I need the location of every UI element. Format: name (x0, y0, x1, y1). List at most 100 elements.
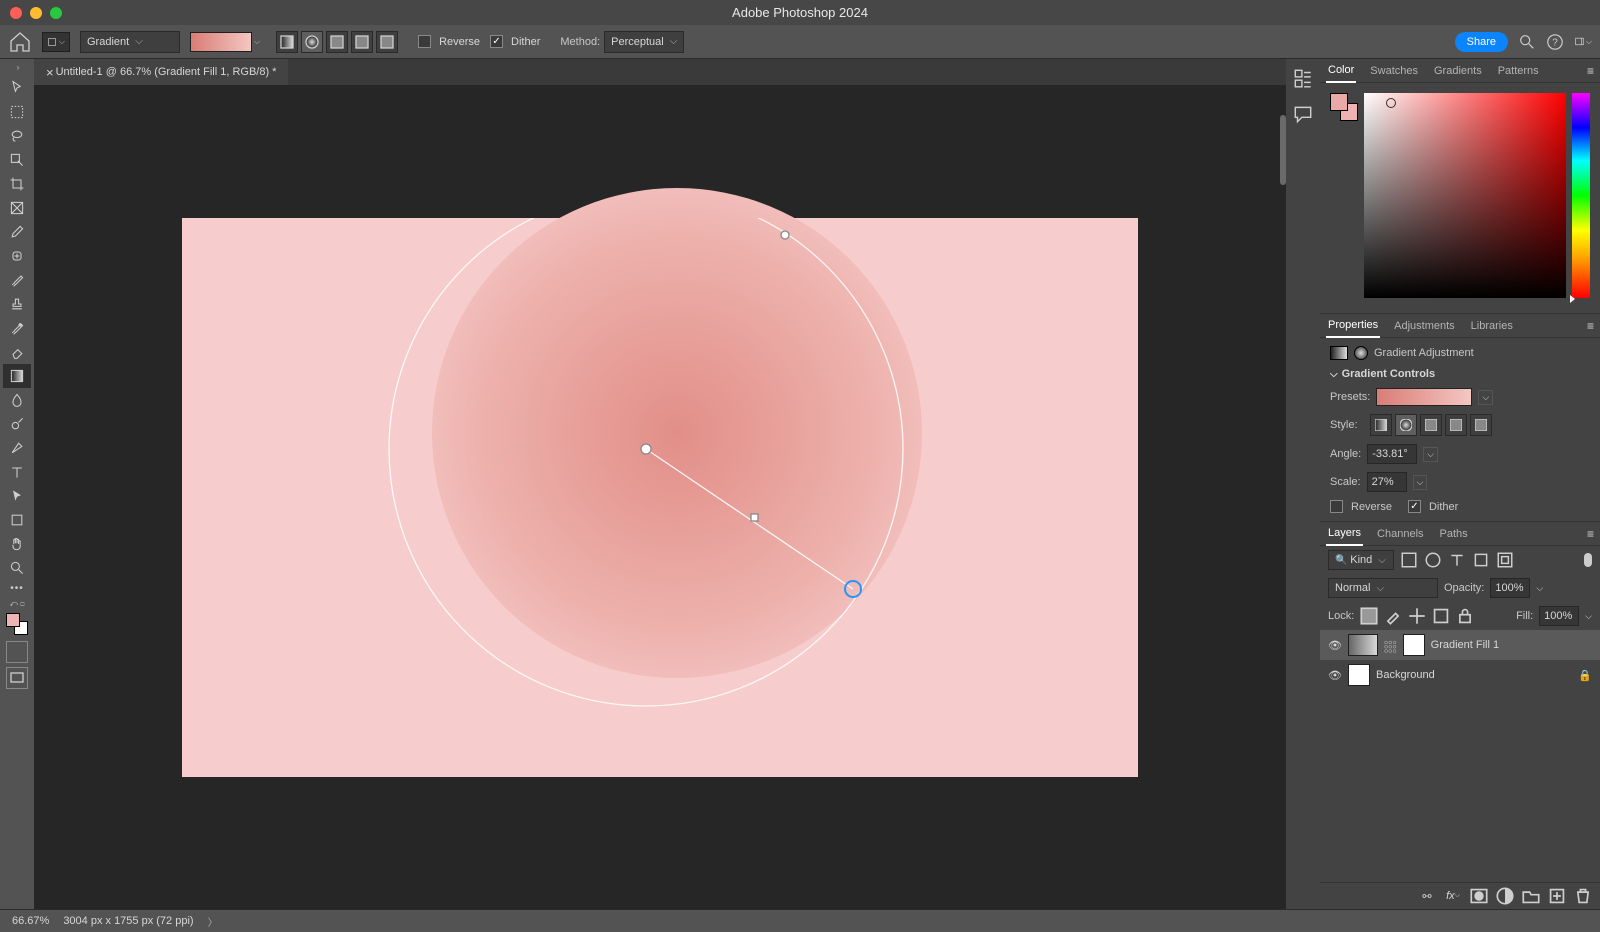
tab-adjustments[interactable]: Adjustments (1392, 315, 1457, 337)
gradient-editor-overlay[interactable] (182, 218, 1138, 777)
document-tab[interactable]: × Untitled-1 @ 66.7% (Gradient Fill 1, R… (34, 59, 288, 85)
lock-pixels-icon[interactable] (1384, 607, 1402, 625)
gradient-edge-handle[interactable] (781, 231, 789, 239)
scale-dropdown[interactable]: ⌵ (1413, 475, 1428, 490)
stamp-tool[interactable] (3, 292, 31, 316)
fill-input[interactable]: 100% (1539, 606, 1579, 626)
method-dropdown[interactable]: Perceptual (604, 31, 684, 53)
prop-style-linear[interactable] (1370, 414, 1392, 436)
lock-artboard-icon[interactable] (1432, 607, 1450, 625)
opacity-input[interactable]: 100% (1490, 578, 1530, 598)
layer-visibility-icon[interactable]: 👁 (1328, 669, 1342, 682)
angle-dropdown[interactable]: ⌵ (1423, 447, 1438, 462)
prop-reverse-checkbox[interactable] (1330, 500, 1343, 513)
history-brush-tool[interactable] (3, 316, 31, 340)
shape-tool[interactable] (3, 508, 31, 532)
lock-transparent-icon[interactable] (1360, 607, 1378, 625)
filter-smart-icon[interactable] (1496, 551, 1514, 569)
dodge-tool[interactable] (3, 412, 31, 436)
filter-toggle[interactable] (1584, 553, 1592, 567)
tab-layers[interactable]: Layers (1326, 522, 1363, 546)
zoom-tool[interactable] (3, 556, 31, 580)
path-select-tool[interactable] (3, 484, 31, 508)
prop-style-radial[interactable] (1395, 414, 1417, 436)
tab-swatches[interactable]: Swatches (1368, 60, 1420, 82)
color-picker-sample[interactable] (1386, 98, 1396, 108)
color-fgbg-swatches[interactable] (1330, 93, 1358, 303)
canvas-viewport[interactable] (34, 85, 1286, 909)
gradient-mid-handle[interactable] (751, 514, 758, 521)
group-icon[interactable] (1522, 887, 1540, 905)
prop-dither-checkbox[interactable] (1408, 500, 1421, 513)
foreground-background-colors[interactable] (6, 613, 28, 635)
properties-panel-menu[interactable]: ≡ (1587, 319, 1594, 333)
opacity-caret[interactable]: ⌵ (1536, 583, 1543, 594)
healing-tool[interactable] (3, 244, 31, 268)
blend-mode-dropdown[interactable]: Normal (1328, 578, 1438, 598)
gradient-tool[interactable] (3, 364, 31, 388)
zoom-readout[interactable]: 66.67% (12, 915, 49, 927)
fx-icon[interactable]: fx⌵ (1444, 887, 1462, 905)
tool-preset-picker[interactable]: ⌵ (42, 32, 70, 52)
filter-pixel-icon[interactable] (1400, 551, 1418, 569)
style-diamond-button[interactable] (376, 31, 398, 53)
status-menu-icon[interactable]: 〉 (208, 914, 218, 929)
move-tool[interactable] (3, 76, 31, 100)
filter-type-icon[interactable] (1448, 551, 1466, 569)
foreground-color-swatch[interactable] (6, 613, 20, 627)
prop-style-diamond[interactable] (1470, 414, 1492, 436)
filter-adjust-icon[interactable] (1424, 551, 1442, 569)
hand-tool[interactable] (3, 532, 31, 556)
delete-layer-icon[interactable] (1574, 887, 1592, 905)
help-icon[interactable]: ? (1546, 33, 1564, 51)
doc-info[interactable]: 3004 px x 1755 px (72 ppi) (63, 915, 193, 927)
quick-mask-button[interactable] (6, 641, 28, 663)
tab-properties[interactable]: Properties (1326, 314, 1380, 338)
gradient-scale-ellipse[interactable] (389, 218, 903, 706)
comments-panel-icon[interactable] (1292, 103, 1314, 125)
eyedropper-tool[interactable] (3, 220, 31, 244)
layer-name[interactable]: Background (1376, 669, 1435, 681)
tool-more-icon[interactable]: ••• (10, 583, 24, 594)
eraser-tool[interactable] (3, 340, 31, 364)
reverse-checkbox[interactable] (418, 35, 431, 48)
new-layer-icon[interactable] (1548, 887, 1566, 905)
add-mask-icon[interactable] (1470, 887, 1488, 905)
swap-colors-icon[interactable]: ⤺ ◻ (9, 599, 24, 609)
color-picker-field[interactable] (1364, 93, 1566, 298)
filter-shape-icon[interactable] (1472, 551, 1490, 569)
tab-channels[interactable]: Channels (1375, 523, 1425, 545)
style-radial-button[interactable] (301, 31, 323, 53)
minimize-window-button[interactable] (30, 7, 42, 19)
link-layers-icon[interactable]: ⚯ (1418, 887, 1436, 905)
hue-selector-icon[interactable] (1570, 295, 1575, 303)
selection-tool[interactable] (3, 148, 31, 172)
adjustment-layer-icon[interactable] (1496, 887, 1514, 905)
angle-input[interactable]: -33.81° (1367, 444, 1417, 464)
canvas[interactable] (182, 218, 1138, 777)
tab-paths[interactable]: Paths (1438, 523, 1470, 545)
frame-tool[interactable] (3, 196, 31, 220)
close-window-button[interactable] (10, 7, 22, 19)
scale-input[interactable]: 27% (1367, 472, 1407, 492)
layer-visibility-icon[interactable]: 👁 (1328, 639, 1342, 652)
prop-style-angle[interactable] (1420, 414, 1442, 436)
gradient-preview[interactable] (190, 32, 252, 52)
color-panel-menu[interactable]: ≡ (1587, 64, 1594, 78)
gradient-angle-line[interactable] (646, 449, 853, 589)
style-reflected-button[interactable] (351, 31, 373, 53)
tab-libraries[interactable]: Libraries (1469, 315, 1515, 337)
tab-gradients[interactable]: Gradients (1432, 60, 1484, 82)
screen-mode-button[interactable] (6, 667, 28, 689)
tab-patterns[interactable]: Patterns (1496, 60, 1541, 82)
vertical-scrollbar[interactable] (1280, 115, 1286, 185)
layer-thumbnail[interactable] (1348, 634, 1378, 656)
history-panel-icon[interactable] (1292, 67, 1314, 89)
lock-position-icon[interactable] (1408, 607, 1426, 625)
lasso-tool[interactable] (3, 124, 31, 148)
brush-tool[interactable] (3, 268, 31, 292)
style-angle-button[interactable] (326, 31, 348, 53)
layer-filter-kind[interactable]: 🔍 Kind (1328, 550, 1394, 570)
search-icon[interactable] (1518, 33, 1536, 51)
fill-caret[interactable]: ⌵ (1585, 611, 1592, 622)
